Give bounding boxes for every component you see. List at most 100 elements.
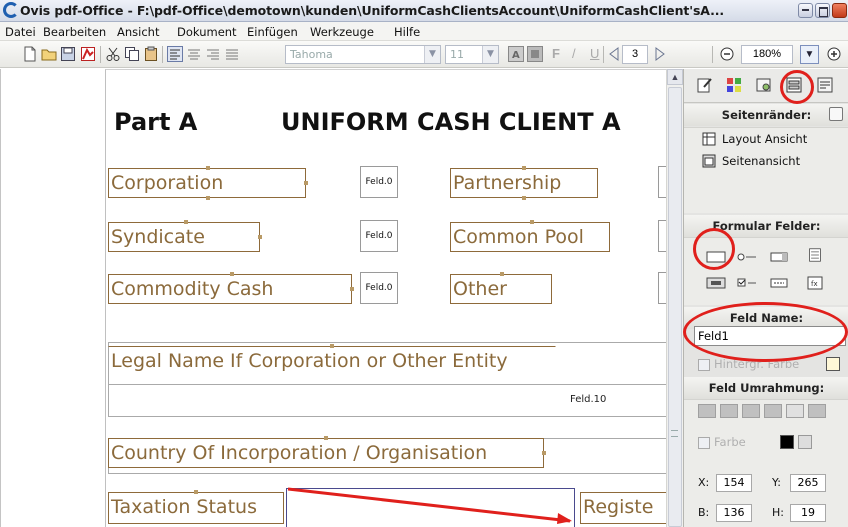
border-width-selector[interactable] — [798, 435, 812, 449]
label-taxation-status[interactable]: Taxation Status — [108, 492, 284, 524]
field-legal-name[interactable]: Feld.10 — [570, 394, 606, 405]
resize-handle[interactable] — [530, 220, 534, 224]
border-color-checkbox[interactable] — [698, 437, 710, 449]
underline-button[interactable]: U — [590, 46, 599, 61]
form-fields-icon[interactable] — [785, 76, 803, 94]
height-input[interactable]: 19 — [790, 504, 826, 522]
border-style-underline[interactable] — [808, 404, 826, 418]
resize-handle[interactable] — [522, 166, 526, 170]
color-grid-icon[interactable] — [725, 76, 743, 94]
combo-box-icon[interactable] — [769, 250, 791, 264]
width-input[interactable]: 136 — [716, 504, 752, 522]
border-style-dashed[interactable] — [742, 404, 760, 418]
cut-icon[interactable] — [105, 46, 121, 62]
border-color-swatch[interactable] — [780, 435, 794, 449]
save-icon[interactable] — [60, 46, 76, 62]
label-country[interactable]: Country Of Incorporation / Organisation — [108, 438, 544, 468]
edit-icon[interactable] — [696, 76, 714, 94]
field-commodity-cash[interactable]: Feld.0 — [360, 272, 398, 304]
field-corporation[interactable]: Feld.0 — [360, 166, 398, 198]
resize-handle[interactable] — [258, 235, 262, 239]
open-folder-icon[interactable] — [41, 46, 57, 62]
menu-einfuegen[interactable]: Einfügen — [247, 25, 298, 39]
signature-field-icon[interactable] — [705, 276, 727, 290]
label-other[interactable]: Other — [450, 274, 552, 304]
border-style-solid[interactable] — [720, 404, 738, 418]
close-button[interactable] — [832, 3, 847, 18]
new-document-icon[interactable] — [22, 46, 38, 62]
label-corporation[interactable]: Corporation — [108, 168, 306, 198]
resize-handle[interactable] — [500, 272, 504, 276]
collapse-margins-button[interactable] — [829, 107, 843, 121]
minimize-button[interactable] — [798, 3, 813, 18]
label-legal-name[interactable]: Legal Name If Corporation or Other Entit… — [108, 346, 556, 378]
radio-button-icon[interactable] — [736, 250, 758, 264]
resize-handle[interactable] — [542, 451, 546, 455]
text-field-icon[interactable] — [705, 250, 727, 264]
highlight-icon[interactable] — [527, 46, 543, 62]
resize-handle[interactable] — [206, 166, 210, 170]
menu-bearbeiten[interactable]: Bearbeiten — [43, 25, 106, 39]
background-color-checkbox[interactable] — [698, 359, 710, 371]
selected-form-field[interactable] — [286, 488, 575, 527]
scrollbar-thumb[interactable] — [668, 87, 682, 527]
page-number-input[interactable]: 3 — [622, 45, 648, 64]
y-input[interactable]: 265 — [790, 474, 826, 492]
zoom-level-input[interactable]: 180% — [741, 45, 793, 64]
align-right-icon[interactable] — [205, 46, 221, 62]
menu-ansicht[interactable]: Ansicht — [117, 25, 159, 39]
menu-hilfe[interactable]: Hilfe — [394, 25, 420, 39]
resize-handle[interactable] — [330, 344, 334, 348]
label-register[interactable]: Registe — [580, 492, 667, 524]
checkbox-field-icon[interactable] — [736, 276, 758, 290]
password-field-icon[interactable] — [769, 276, 791, 290]
field-syndicate[interactable]: Feld.0 — [360, 220, 398, 252]
list-box-icon[interactable] — [804, 248, 826, 262]
zoom-dropdown-button[interactable]: ▼ — [800, 45, 819, 64]
label-commodity-cash[interactable]: Commodity Cash — [108, 274, 352, 304]
zoom-in-icon[interactable] — [826, 46, 842, 62]
text-color-icon[interactable]: A — [508, 46, 524, 62]
menu-dokument[interactable]: Dokument — [177, 25, 237, 39]
label-partnership[interactable]: Partnership — [450, 168, 598, 198]
label-syndicate[interactable]: Syndicate — [108, 222, 260, 252]
align-left-icon[interactable] — [167, 46, 183, 62]
resize-handle[interactable] — [350, 287, 354, 291]
font-name-select[interactable]: Tahoma ▼ — [285, 45, 441, 64]
align-center-icon[interactable] — [186, 46, 202, 62]
border-style-inset[interactable] — [786, 404, 804, 418]
vertical-scrollbar[interactable]: ▲ — [666, 69, 683, 527]
menu-datei[interactable]: Datei — [5, 25, 36, 39]
maximize-button[interactable] — [815, 3, 830, 18]
italic-button[interactable]: / — [572, 46, 576, 61]
formula-field-icon[interactable]: fx — [804, 276, 826, 290]
properties-icon[interactable] — [816, 76, 834, 94]
x-input[interactable]: 154 — [716, 474, 752, 492]
resize-handle[interactable] — [184, 220, 188, 224]
pdf-export-icon[interactable] — [80, 46, 96, 62]
field-name-input[interactable] — [694, 326, 846, 346]
previous-page-icon[interactable] — [606, 46, 622, 62]
paste-icon[interactable] — [143, 46, 159, 62]
page-view-link[interactable]: Seitenansicht — [722, 154, 800, 168]
bold-button[interactable]: F — [552, 46, 560, 61]
document-canvas[interactable]: Part A UNIFORM CASH CLIENT A Corporation… — [0, 69, 683, 527]
scroll-up-icon[interactable]: ▲ — [667, 69, 683, 85]
font-size-select[interactable]: 11 ▼ — [445, 45, 499, 64]
zoom-out-icon[interactable] — [719, 46, 735, 62]
align-justify-icon[interactable] — [224, 46, 240, 62]
background-color-swatch[interactable] — [826, 357, 840, 371]
copy-icon[interactable] — [124, 46, 140, 62]
resize-handle[interactable] — [194, 490, 198, 494]
resize-handle[interactable] — [522, 196, 526, 200]
border-style-none[interactable] — [698, 404, 716, 418]
border-style-beveled[interactable] — [764, 404, 782, 418]
menu-werkzeuge[interactable]: Werkzeuge — [310, 25, 374, 39]
resize-handle[interactable] — [324, 436, 328, 440]
resize-handle[interactable] — [304, 181, 308, 185]
resize-handle[interactable] — [230, 272, 234, 276]
layout-view-link[interactable]: Layout Ansicht — [722, 132, 807, 146]
layout-icon[interactable] — [755, 76, 773, 94]
next-page-icon[interactable] — [652, 46, 668, 62]
resize-handle[interactable] — [206, 196, 210, 200]
